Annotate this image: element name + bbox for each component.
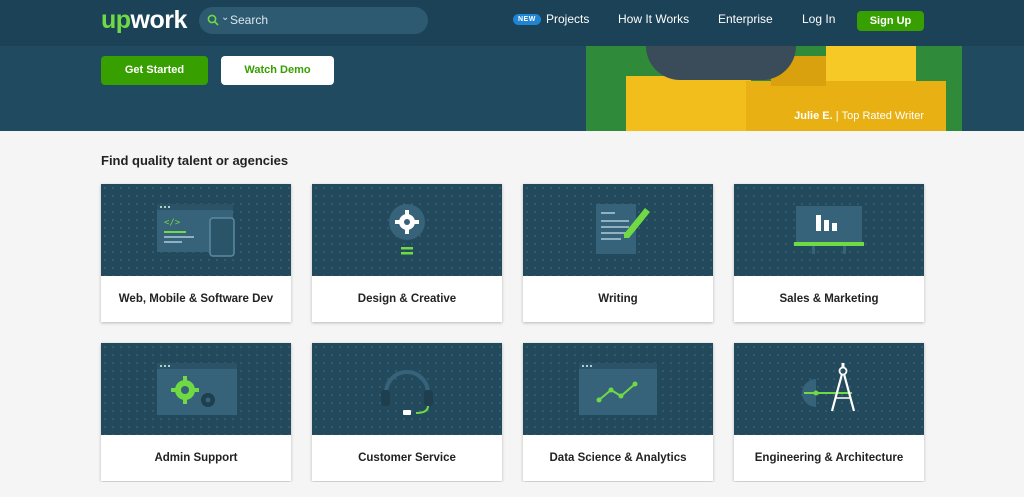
category-label: Web, Mobile & Software Dev	[118, 293, 274, 305]
nav-login-link[interactable]: Log In	[802, 12, 835, 26]
line-graph-icon	[579, 363, 657, 415]
category-card-data-science[interactable]: Data Science & Analytics	[523, 343, 713, 481]
card-illustration	[312, 343, 502, 435]
card-illustration	[523, 184, 713, 276]
card-illustration: </>	[101, 184, 291, 276]
upwork-logo[interactable]: upwork	[101, 6, 187, 35]
watch-demo-button[interactable]: Watch Demo	[221, 56, 334, 85]
document-pen-icon	[596, 204, 650, 254]
category-label: Writing	[598, 293, 638, 305]
presentation-board-icon	[794, 206, 864, 254]
category-card-admin[interactable]: Admin Support	[101, 343, 291, 481]
search-input[interactable]: ⌄ Search	[199, 7, 428, 34]
card-illustration	[523, 343, 713, 435]
card-illustration	[312, 184, 502, 276]
nav-enterprise-link[interactable]: Enterprise	[718, 12, 773, 26]
signup-button[interactable]: Sign Up	[857, 11, 924, 31]
category-label: Sales & Marketing	[779, 293, 879, 305]
lightbulb-gear-icon	[389, 204, 425, 255]
svg-text:</>: </>	[164, 218, 181, 228]
category-card-customer-service[interactable]: Customer Service	[312, 343, 502, 481]
category-card-engineering[interactable]: Engineering & Architecture	[734, 343, 924, 481]
category-label: Engineering & Architecture	[754, 452, 904, 464]
card-illustration	[734, 343, 924, 435]
hero-photo: Julie E. | Top Rated Writer	[586, 46, 962, 131]
category-label: Data Science & Analytics	[549, 452, 687, 464]
gears-window-icon	[157, 363, 237, 415]
top-navbar: upwork ⌄ Search NEW Projects How It Work…	[0, 0, 1024, 46]
category-card-sales[interactable]: Sales & Marketing	[734, 184, 924, 322]
headset-icon	[381, 370, 433, 415]
category-label: Customer Service	[358, 452, 456, 464]
search-placeholder: Search	[230, 13, 269, 27]
code-window-icon: </>	[157, 204, 235, 257]
compass-icon	[802, 363, 856, 412]
card-illustration	[101, 343, 291, 435]
nav-how-it-works-link[interactable]: How It Works	[618, 12, 689, 26]
section-title: Find quality talent or agencies	[101, 153, 289, 168]
category-card-web-dev[interactable]: </> Web, Mobile & Software Dev	[101, 184, 291, 322]
page-bottom-fade	[0, 482, 1024, 497]
search-icon	[207, 14, 219, 26]
chevron-down-icon[interactable]: ⌄	[221, 12, 229, 23]
category-card-writing[interactable]: Writing	[523, 184, 713, 322]
hero-caption: Julie E. | Top Rated Writer	[794, 110, 924, 122]
category-label: Admin Support	[154, 452, 238, 464]
category-label: Design & Creative	[357, 293, 457, 305]
new-badge: NEW	[513, 14, 541, 25]
card-illustration	[734, 184, 924, 276]
nav-projects-link[interactable]: Projects	[546, 12, 589, 26]
category-card-design[interactable]: Design & Creative	[312, 184, 502, 322]
get-started-button[interactable]: Get Started	[101, 56, 208, 85]
hero-banner: upwork ⌄ Search NEW Projects How It Work…	[0, 0, 1024, 131]
